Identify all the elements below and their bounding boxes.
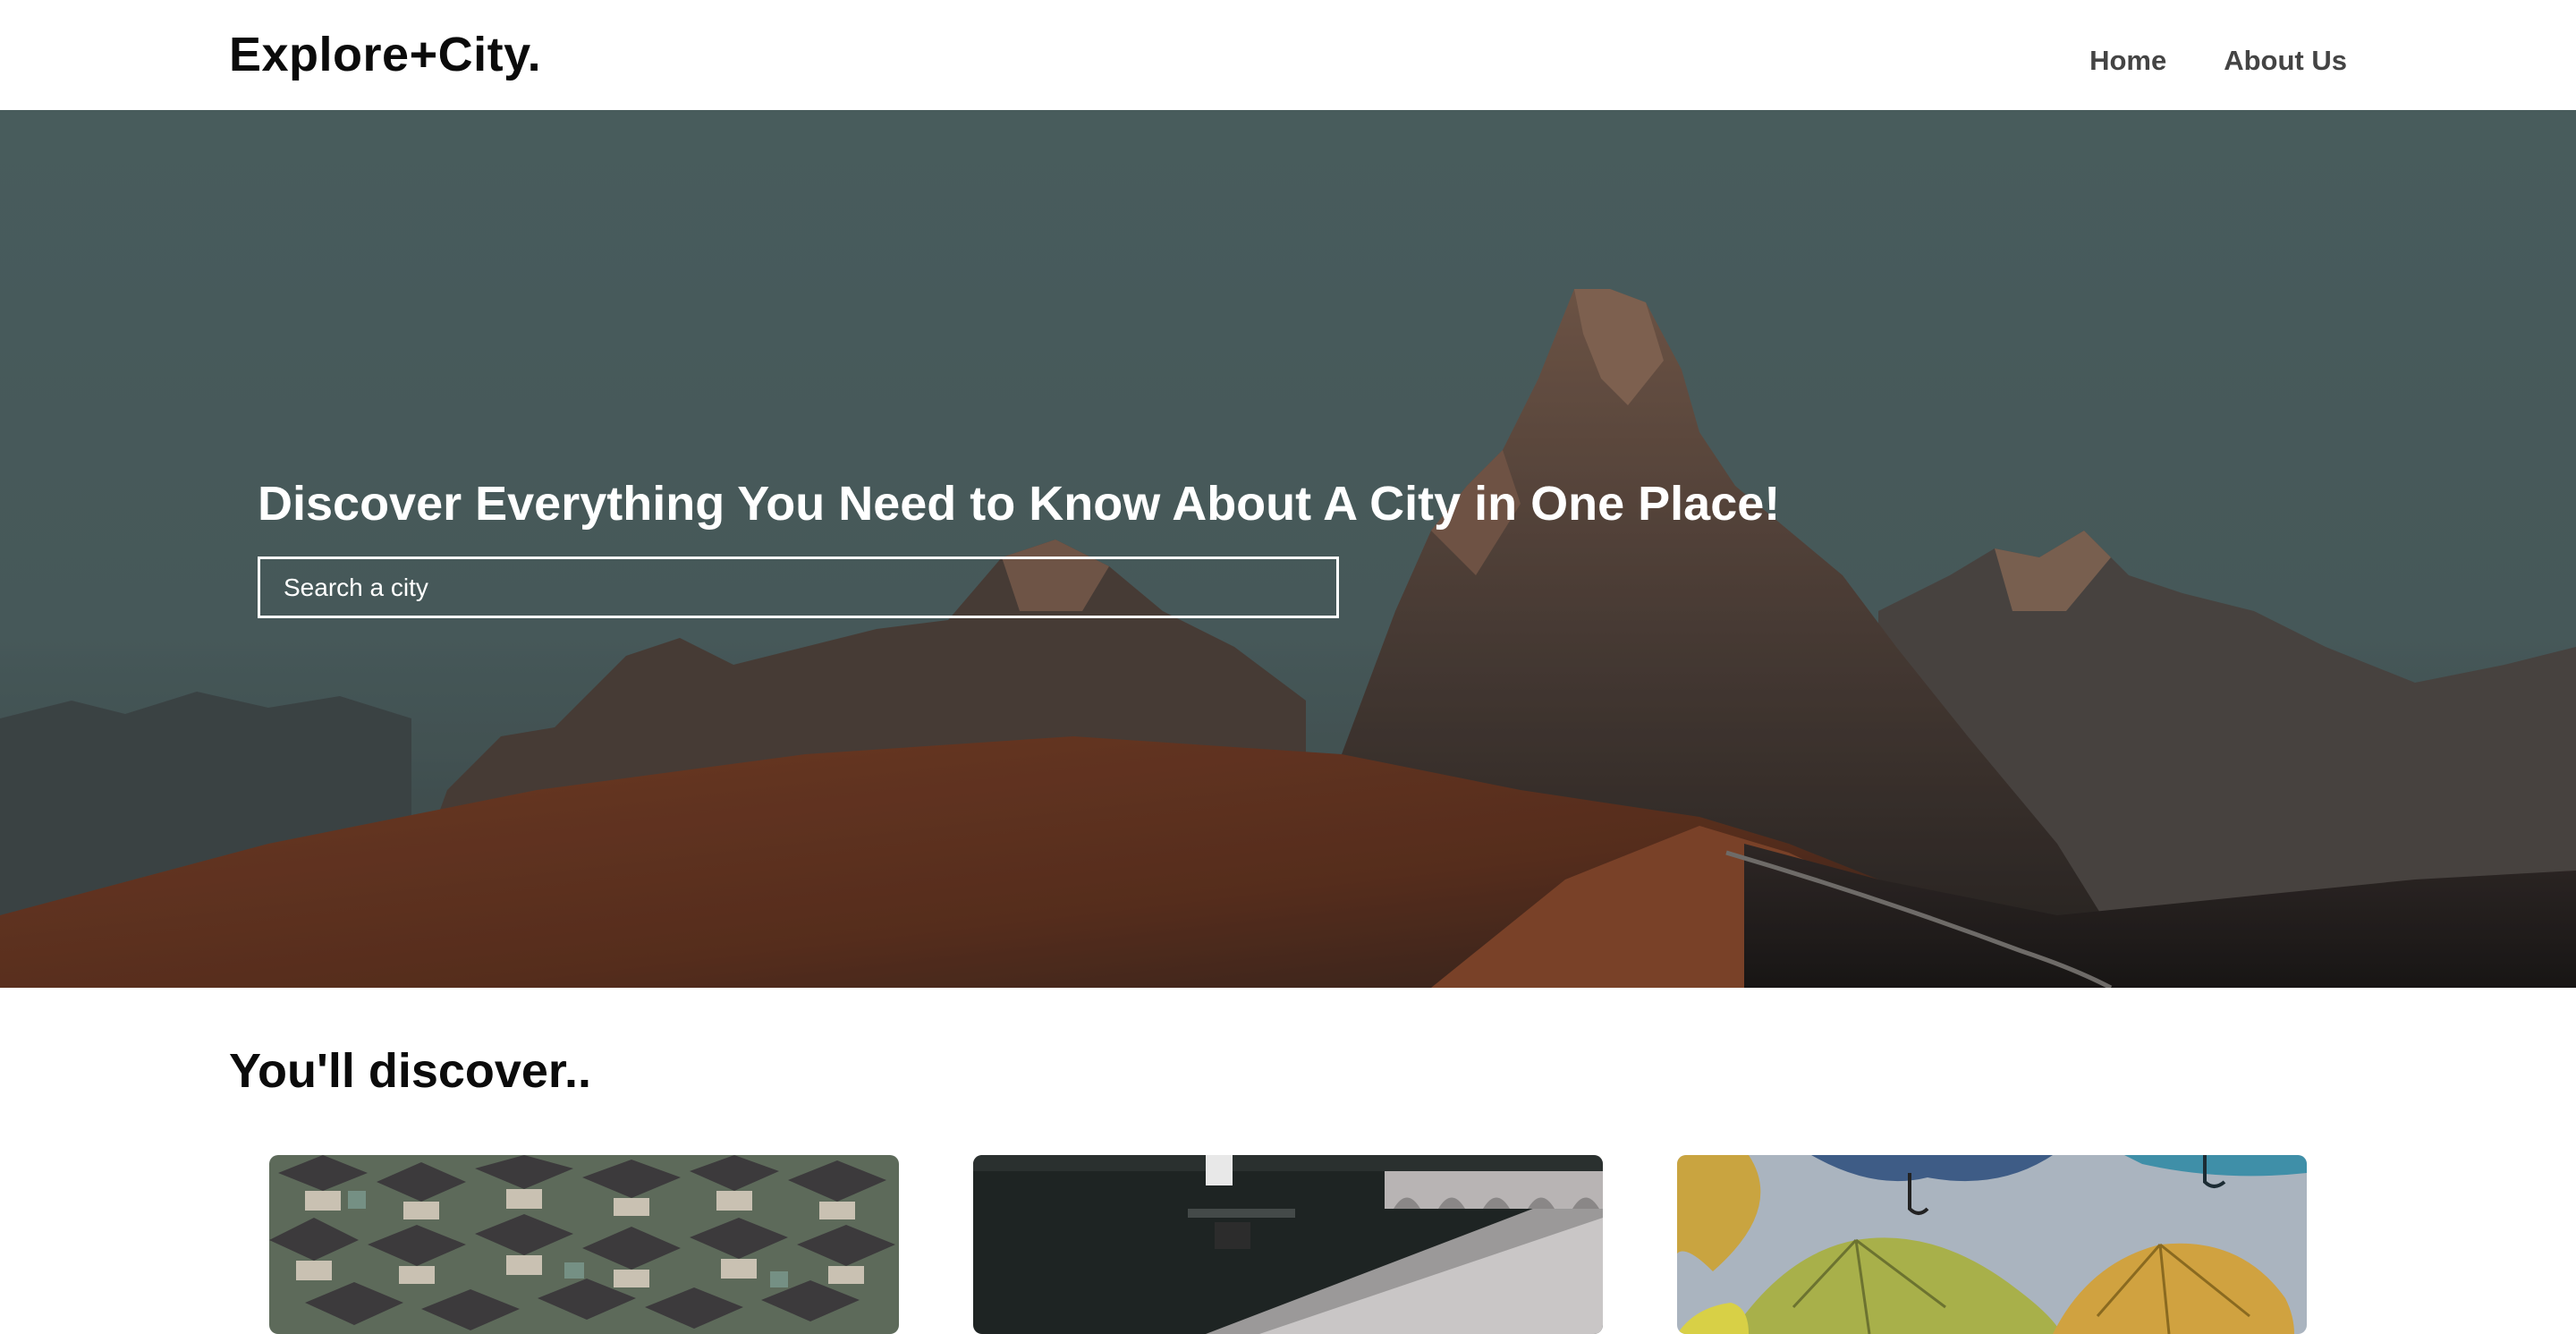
hero-content: Discover Everything You Need to Know Abo…: [258, 475, 1780, 618]
colorful-umbrellas-image: [1677, 1155, 2307, 1334]
nav-home-link[interactable]: Home: [2089, 43, 2166, 79]
nav-about-us-link[interactable]: About Us: [2224, 43, 2347, 79]
site-logo[interactable]: Explore+City.: [229, 25, 541, 84]
discover-card-umbrellas[interactable]: [1677, 1155, 2307, 1334]
hero-title: Discover Everything You Need to Know Abo…: [258, 477, 1781, 531]
discover-card-train-station[interactable]: [973, 1155, 1603, 1334]
hero-section: Discover Everything You Need to Know Abo…: [0, 110, 2576, 988]
discover-section-title: You'll discover..: [229, 1044, 591, 1098]
houses-aerial-image: [269, 1155, 899, 1334]
city-search-input[interactable]: [258, 557, 1339, 618]
main-nav: Home About Us: [2089, 43, 2347, 79]
train-station-image: [973, 1155, 1603, 1334]
discover-card-houses[interactable]: [269, 1155, 899, 1334]
site-header: Explore+City. Home About Us: [0, 0, 2576, 110]
